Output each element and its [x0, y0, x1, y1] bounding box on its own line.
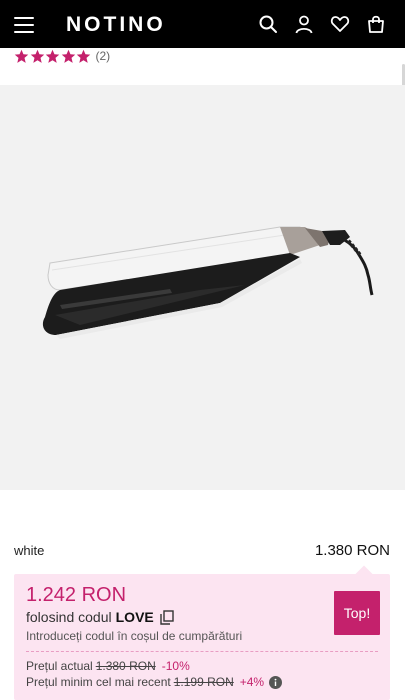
min-price-line: Prețul minim cel mai recent 1.199 RON +4…: [26, 675, 283, 689]
copy-icon[interactable]: [160, 609, 174, 625]
promo-hint: Introduceți codul în coșul de cumpărătur…: [26, 629, 243, 643]
search-icon[interactable]: [258, 14, 278, 34]
star-icon: [61, 49, 75, 63]
promo-code-line: folosind codul LOVE: [26, 609, 174, 625]
product-image[interactable]: [0, 85, 405, 490]
heart-icon[interactable]: [330, 14, 350, 34]
rating-count: (2): [95, 49, 111, 63]
brand-logo[interactable]: NOTINO: [66, 13, 166, 37]
menu-icon[interactable]: [14, 17, 34, 33]
star-icon: [45, 49, 60, 63]
star-icon: [76, 49, 91, 63]
star-icon: [30, 49, 44, 63]
current-price-line: Prețul actual 1.380 RON -10%: [26, 659, 190, 673]
min-old-price: 1.199 RON: [173, 675, 234, 689]
promo-code: LOVE: [115, 609, 154, 625]
user-icon[interactable]: [294, 14, 314, 34]
hair-straightener-illustration: [42, 226, 374, 339]
star-icon: [14, 49, 29, 63]
promo-divider: [26, 651, 378, 652]
bag-icon[interactable]: [366, 14, 386, 34]
promo-notch: [355, 565, 373, 583]
variant-name: white: [14, 543, 45, 558]
top-badge: Top!: [334, 591, 380, 635]
top-navigation-bar: NOTINO: [0, 0, 405, 48]
promo-box: 1.242 RON folosind codul LOVE Introduceț…: [14, 565, 390, 700]
variant-row[interactable]: white 1.380 RON: [14, 542, 390, 559]
promo-code-prefix: folosind codul: [26, 609, 112, 625]
min-price-diff: +4%: [239, 675, 265, 689]
product-rating[interactable]: (2): [14, 47, 110, 65]
info-icon[interactable]: [269, 675, 283, 689]
current-price-label: Prețul actual: [26, 659, 93, 673]
min-price-label: Prețul minim cel mai recent: [26, 675, 171, 689]
current-discount: -10%: [161, 659, 190, 673]
promo-price: 1.242 RON: [26, 584, 127, 606]
current-old-price: 1.380 RON: [95, 659, 156, 673]
variant-price: 1.380 RON: [314, 542, 390, 559]
